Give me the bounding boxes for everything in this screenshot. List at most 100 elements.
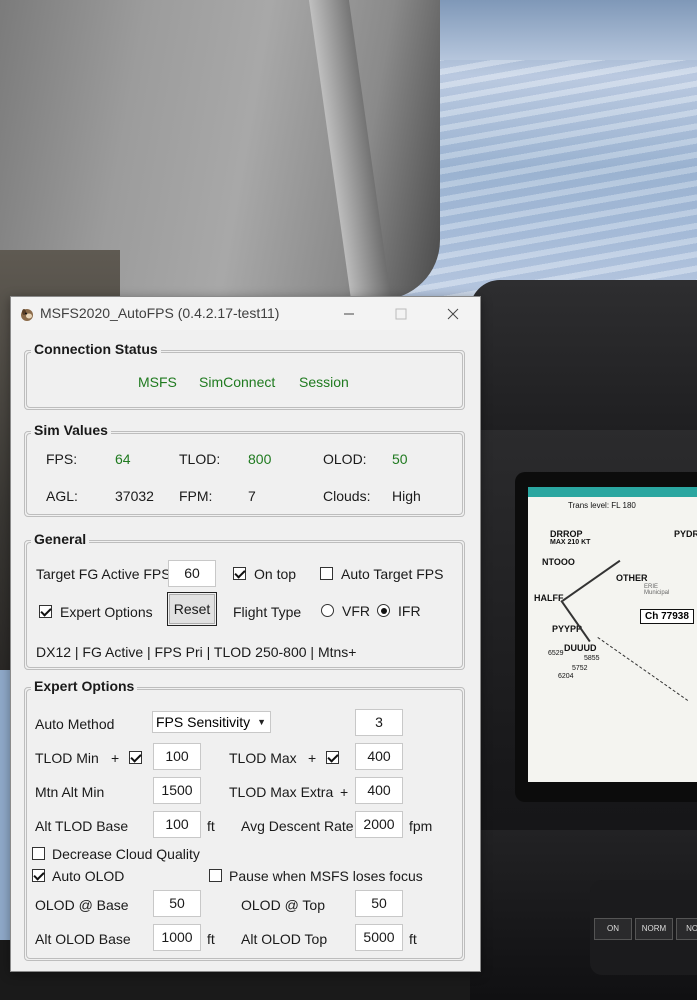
minimize-button[interactable] bbox=[326, 297, 372, 330]
expert-options-group: Expert Options Auto Method FPS Sensitivi… bbox=[24, 678, 465, 961]
general-group: General Target FG Active FPS 60 On top A… bbox=[24, 531, 465, 670]
chart-route-line bbox=[560, 600, 591, 643]
auto-method-number-input[interactable]: 3 bbox=[355, 709, 403, 736]
mfd-title-bar bbox=[528, 487, 697, 497]
simconnect-status: SimConnect bbox=[199, 374, 276, 390]
auto-olod-checkbox[interactable] bbox=[32, 869, 45, 882]
tlod-max-checkbox[interactable] bbox=[326, 751, 339, 764]
chart-fix: OTHER bbox=[616, 573, 648, 583]
tlod-min-input[interactable]: 100 bbox=[153, 743, 201, 770]
chart-route-line bbox=[596, 637, 689, 703]
olod-label: OLOD: bbox=[323, 451, 367, 467]
mtn-alt-min-input[interactable]: 1500 bbox=[153, 777, 201, 804]
vfr-radio[interactable] bbox=[321, 604, 334, 617]
close-icon bbox=[447, 308, 459, 320]
generator-switch: NORM bbox=[635, 918, 673, 940]
msfs-status: MSFS bbox=[138, 374, 177, 390]
fps-label: FPS: bbox=[46, 451, 78, 467]
ifr-label: IFR bbox=[398, 603, 421, 619]
chart-alt: 6529 bbox=[548, 650, 564, 657]
chart-fix: NTOOO bbox=[542, 557, 575, 567]
clouds-value: High bbox=[392, 488, 421, 504]
pause-on-focus-loss-checkbox[interactable] bbox=[209, 869, 222, 882]
chart-alt: 5855 bbox=[584, 655, 600, 662]
chart-alt: 6204 bbox=[558, 673, 574, 680]
olod-base-input[interactable]: 50 bbox=[153, 890, 201, 917]
chart-header: Trans level: FL 180 bbox=[568, 501, 636, 510]
chevron-down-icon: ▼ bbox=[257, 717, 266, 727]
chart-fix: PYDRT bbox=[674, 529, 697, 539]
olod-base-label: OLOD @ Base bbox=[35, 897, 129, 913]
chart-fix: DUUUD bbox=[564, 643, 597, 653]
agl-label: AGL: bbox=[46, 488, 78, 504]
chart-fix: HALFF bbox=[534, 593, 564, 603]
expert-options-checkbox[interactable] bbox=[39, 605, 52, 618]
alt-olod-top-input[interactable]: 5000 bbox=[355, 924, 403, 951]
alt-olod-base-input[interactable]: 1000 bbox=[153, 924, 201, 951]
auto-olod-label: Auto OLOD bbox=[52, 868, 125, 884]
fps-value: 64 bbox=[115, 451, 131, 467]
settings-summary: DX12 | FG Active | FPS Pri | TLOD 250-80… bbox=[36, 644, 357, 660]
chart-frequency-box: Ch 77938 bbox=[640, 609, 694, 624]
olod-value: 50 bbox=[392, 451, 408, 467]
tlod-max-extra-plus: + bbox=[340, 784, 349, 800]
tlod-max-extra-label: TLOD Max Extra bbox=[229, 784, 334, 800]
title-bar[interactable]: MSFS2020_AutoFPS (0.4.2.17-test11) bbox=[11, 297, 480, 330]
battery-switch: ON bbox=[594, 918, 632, 940]
chart-fix: DRROP bbox=[550, 529, 583, 539]
on-top-checkbox[interactable] bbox=[233, 567, 246, 580]
auto-target-fps-label: Auto Target FPS bbox=[341, 566, 444, 582]
decrease-cloud-quality-checkbox[interactable] bbox=[32, 847, 45, 860]
general-title: General bbox=[31, 531, 90, 547]
clouds-label: Clouds: bbox=[323, 488, 371, 504]
connection-status-title: Connection Status bbox=[31, 341, 161, 357]
on-top-label: On top bbox=[254, 566, 297, 582]
pause-on-focus-loss-label: Pause when MSFS loses focus bbox=[229, 868, 423, 884]
alt-olod-base-label: Alt OLOD Base bbox=[35, 931, 131, 947]
auto-method-value: FPS Sensitivity bbox=[156, 714, 251, 730]
window-title: MSFS2020_AutoFPS (0.4.2.17-test11) bbox=[40, 305, 280, 321]
chart-alt: MAX 210 KT bbox=[550, 539, 591, 546]
tlod-max-label: TLOD Max bbox=[229, 750, 297, 766]
avg-descent-rate-unit: fpm bbox=[409, 818, 433, 834]
session-status: Session bbox=[299, 374, 349, 390]
alt-tlod-base-label: Alt TLOD Base bbox=[35, 818, 129, 834]
fpm-value: 7 bbox=[248, 488, 256, 504]
tlod-max-extra-input[interactable]: 400 bbox=[355, 777, 403, 804]
reset-button[interactable]: Reset bbox=[167, 592, 217, 626]
expert-options-title: Expert Options bbox=[31, 678, 138, 694]
vfr-label: VFR bbox=[342, 603, 370, 619]
alt-olod-base-unit: ft bbox=[207, 931, 215, 947]
mfd-screen: Trans level: FL 180 DRROP MAX 210 KT NTO… bbox=[528, 487, 697, 782]
auto-method-label: Auto Method bbox=[35, 716, 115, 732]
olod-top-input[interactable]: 50 bbox=[355, 890, 403, 917]
tlod-max-plus: + bbox=[308, 750, 317, 766]
maximize-button bbox=[378, 297, 424, 330]
tlod-min-checkbox[interactable] bbox=[129, 751, 142, 764]
avg-descent-rate-label: Avg Descent Rate bbox=[241, 818, 354, 834]
tlod-label: TLOD: bbox=[179, 451, 221, 467]
tlod-min-label: TLOD Min bbox=[35, 750, 99, 766]
alt-tlod-base-input[interactable]: 100 bbox=[153, 811, 201, 838]
flight-type-label: Flight Type bbox=[233, 604, 302, 620]
alt-olod-top-unit: ft bbox=[409, 931, 417, 947]
agl-value: 37032 bbox=[115, 488, 154, 504]
sim-values-group: Sim Values FPS: 64 TLOD: 800 OLOD: 50 AG… bbox=[24, 422, 465, 517]
target-fps-input[interactable]: 60 bbox=[168, 560, 216, 587]
glareshield bbox=[470, 280, 697, 440]
auto-method-select[interactable]: FPS Sensitivity ▼ bbox=[152, 711, 271, 733]
alt-olod-top-label: Alt OLOD Top bbox=[241, 931, 328, 947]
aux-switch: NOR bbox=[676, 918, 697, 940]
sim-values-title: Sim Values bbox=[31, 422, 111, 438]
chart-airport: ERIE Municipal bbox=[644, 584, 670, 596]
tlod-max-input[interactable]: 400 bbox=[355, 743, 403, 770]
close-button[interactable] bbox=[430, 297, 476, 330]
auto-target-fps-checkbox[interactable] bbox=[320, 567, 333, 580]
decrease-cloud-quality-label: Decrease Cloud Quality bbox=[52, 846, 200, 862]
tlod-value: 800 bbox=[248, 451, 272, 467]
ifr-radio[interactable] bbox=[377, 604, 390, 617]
connection-status-group: Connection Status MSFS SimConnect Sessio… bbox=[24, 341, 465, 410]
avg-descent-rate-input[interactable]: 2000 bbox=[355, 811, 403, 838]
dog-app-icon bbox=[21, 309, 33, 321]
tlod-min-plus: + bbox=[111, 750, 120, 766]
